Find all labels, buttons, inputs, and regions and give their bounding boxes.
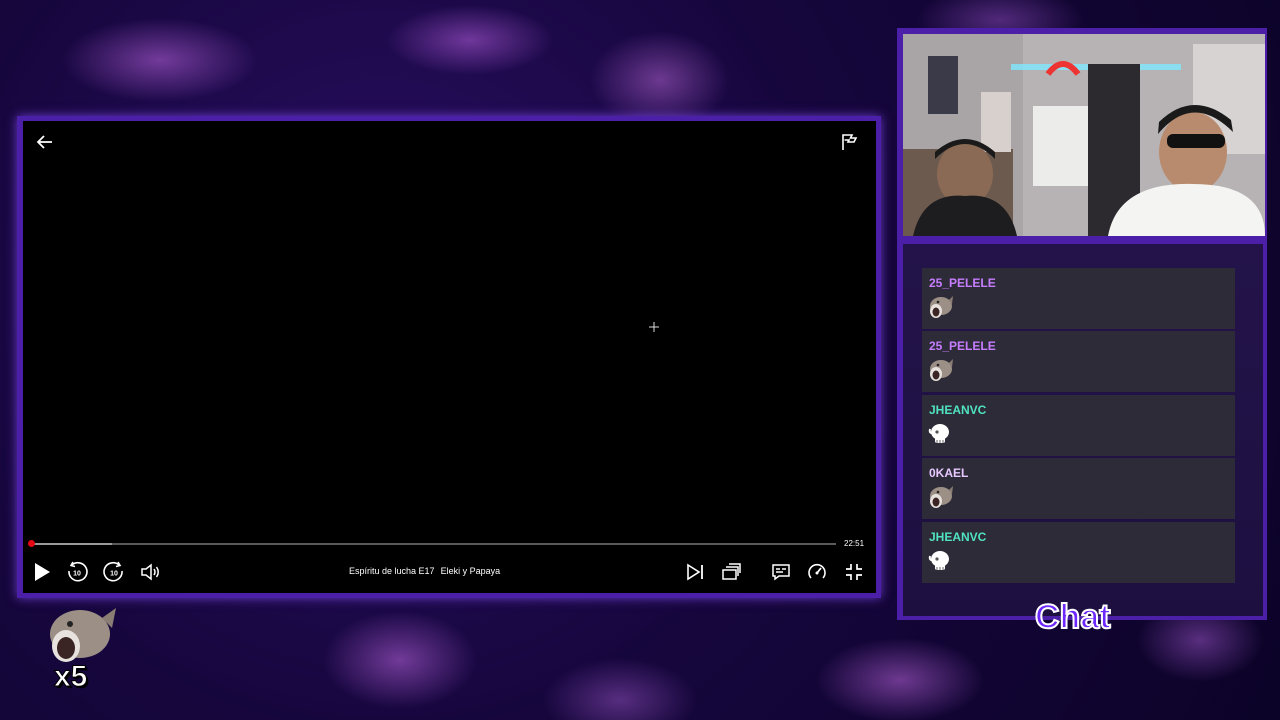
rewind-10-icon[interactable]: 10 <box>65 560 89 584</box>
webcam-feed <box>903 34 1265 236</box>
webcam-scene <box>903 34 1265 236</box>
chat-username[interactable]: JHEANVC <box>929 530 986 544</box>
forward-10-icon[interactable]: 10 <box>102 560 126 584</box>
flag-icon[interactable] <box>839 132 859 152</box>
combo-count: x5 <box>53 660 88 694</box>
chat-username[interactable]: JHEANVC <box>929 403 986 417</box>
forward-10-label: 10 <box>110 571 118 578</box>
chat-message: JHEANVC <box>922 522 1235 583</box>
playback-speed-icon[interactable] <box>806 561 828 583</box>
chat-message: 25_PELELE <box>922 268 1235 329</box>
exit-fullscreen-icon[interactable] <box>843 561 865 583</box>
subtitles-icon[interactable] <box>770 561 792 583</box>
chat-message: 25_PELELE <box>922 331 1235 392</box>
progress-bar[interactable] <box>28 540 836 547</box>
chat-message: JHEANVC <box>922 395 1235 456</box>
episode-title: Espíritu de lucha E17 Eleki y Papaya <box>349 566 500 576</box>
video-player[interactable]: 22:51 10 10 Espíritu de lucha E17 Eleki y… <box>23 121 876 593</box>
fish-emote-icon <box>927 294 953 320</box>
fish-emote-icon <box>927 484 953 510</box>
cursor-crosshair-icon <box>649 319 659 337</box>
episode-name-label: Eleki y Papaya <box>440 566 501 576</box>
volume-icon[interactable] <box>139 561 163 583</box>
next-episode-icon[interactable] <box>684 561 706 583</box>
time-remaining: 22:51 <box>844 539 865 548</box>
chat-message: 0KAEL <box>922 458 1235 519</box>
back-arrow-icon[interactable] <box>35 132 55 152</box>
progress-buffered <box>31 543 112 545</box>
chat-username[interactable]: 0KAEL <box>929 466 968 480</box>
fish-emote-icon <box>927 357 953 383</box>
progress-scrubber[interactable] <box>28 540 35 547</box>
episodes-icon[interactable] <box>720 561 742 583</box>
chat-title: Chat <box>1034 597 1112 637</box>
skull-emote-icon <box>927 548 953 574</box>
chat-username[interactable]: 25_PELELE <box>929 276 996 290</box>
rewind-10-label: 10 <box>73 571 81 578</box>
play-icon[interactable] <box>31 561 53 583</box>
skull-emote-icon <box>927 421 953 447</box>
episode-series-label: Espíritu de lucha E17 <box>349 566 435 576</box>
chat-panel: 25_PELELE 25_PELELE JHEANVC 0KAEL JHEANVC <box>903 244 1263 616</box>
chat-username[interactable]: 25_PELELE <box>929 339 996 353</box>
